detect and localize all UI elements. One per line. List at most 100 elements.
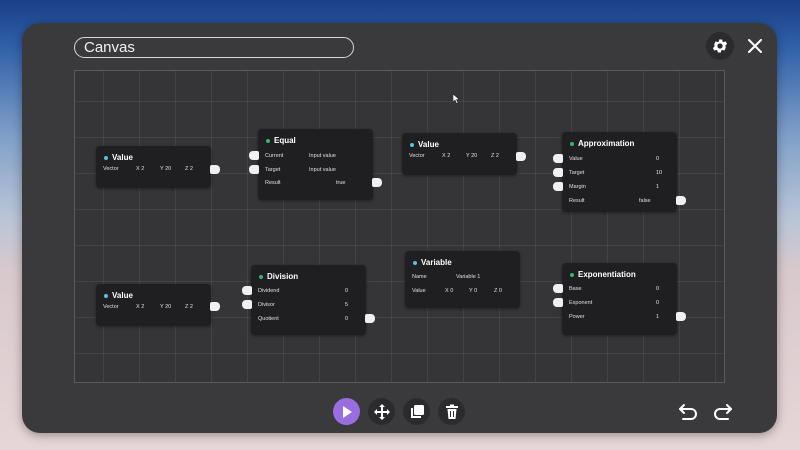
divisor-value[interactable]: 5 (345, 302, 348, 308)
power-label: Power (569, 314, 585, 320)
dividend-label: Dividend (258, 288, 280, 294)
node-status-dot (410, 142, 414, 147)
input-port-value[interactable] (553, 154, 563, 163)
value-value[interactable]: 0 (656, 156, 659, 162)
vector-y[interactable]: Y 20 (466, 153, 477, 159)
exponentiation-node[interactable]: Exponentiation Base 0 Exponent 0 Power 1 (553, 263, 686, 335)
vector-z[interactable]: Z 2 (491, 153, 499, 159)
node-status-dot (259, 274, 263, 279)
result-value: false (639, 198, 651, 204)
move-tool-button[interactable] (368, 398, 395, 425)
node-title-text: Exponentiation (578, 270, 636, 279)
canvas-window: Canvas Value Vector X 2 Y 20 Z 2 Equal C… (22, 23, 777, 433)
vector-z[interactable]: Z 2 (185, 304, 193, 310)
node-title-text: Value (112, 291, 133, 300)
name-value[interactable]: Variable 1 (456, 274, 480, 280)
canvas-title-field[interactable]: Canvas (74, 37, 354, 58)
power-value: 1 (656, 314, 660, 320)
input-port-current[interactable] (249, 151, 259, 160)
input-port-dividend[interactable] (242, 286, 252, 295)
result-value: true (336, 180, 346, 186)
vector-y[interactable]: Y 20 (160, 304, 171, 310)
node-title-text: Approximation (578, 139, 635, 148)
current-value[interactable]: Input value (309, 153, 336, 159)
input-port-base[interactable] (553, 284, 563, 293)
value-label: Value (412, 288, 426, 294)
node-title-text: Value (418, 140, 439, 149)
vector-y[interactable]: Y 20 (160, 166, 171, 172)
select-tool-button[interactable] (333, 398, 360, 425)
gear-icon (712, 39, 728, 53)
exponent-value[interactable]: 0 (656, 300, 659, 306)
mouse-cursor-icon (453, 94, 461, 104)
variable-node[interactable]: Variable Name Variable 1 Value X 0 Y 0 Z… (405, 251, 520, 308)
pointer-icon (342, 405, 352, 418)
target-value[interactable]: 10 (656, 170, 662, 176)
target-label: Target (265, 167, 281, 173)
vector-x[interactable]: X 2 (442, 153, 450, 159)
quotient-label: Quotient (258, 316, 279, 322)
name-label: Name (412, 274, 427, 280)
node-title: Variable (413, 258, 452, 267)
output-port-result[interactable] (372, 178, 382, 187)
margin-value[interactable]: 1 (656, 184, 659, 190)
result-label: Result (265, 180, 281, 186)
duplicate-tool-button[interactable] (403, 398, 430, 425)
undo-button[interactable] (674, 398, 701, 425)
vector-x[interactable]: X 2 (136, 166, 144, 172)
vector-label: Vector (103, 304, 119, 310)
input-port-exponent[interactable] (553, 298, 563, 307)
input-port-margin[interactable] (553, 182, 563, 191)
move-icon (373, 403, 390, 420)
vector-x[interactable]: X 0 (445, 288, 453, 294)
node-title: Value (410, 140, 439, 149)
vector-z[interactable]: Z 2 (185, 166, 193, 172)
output-port-quotient[interactable] (365, 314, 375, 323)
copy-icon (410, 404, 424, 418)
base-value[interactable]: 0 (656, 286, 659, 292)
node-title: Equal (266, 136, 296, 145)
equal-node[interactable]: Equal Current Input value Target Input v… (249, 129, 382, 200)
node-title-text: Equal (274, 136, 296, 145)
node-title: Value (104, 153, 133, 162)
vector-label: Vector (103, 166, 119, 172)
input-port-target[interactable] (553, 168, 563, 177)
margin-label: Margin (569, 184, 586, 190)
trash-icon (445, 404, 458, 419)
output-port[interactable] (516, 152, 526, 161)
vector-x[interactable]: X 2 (136, 304, 144, 310)
input-port-target[interactable] (249, 165, 259, 174)
node-status-dot (570, 272, 574, 277)
node-title-text: Variable (421, 258, 452, 267)
node-title: Division (259, 272, 298, 281)
output-port[interactable] (210, 302, 220, 311)
output-port-power[interactable] (676, 312, 686, 321)
output-port[interactable] (210, 165, 220, 174)
node-canvas-grid[interactable] (74, 70, 725, 383)
undo-icon (678, 403, 697, 420)
value-node[interactable]: Value Vector X 2 Y 20 Z 2 (402, 133, 526, 175)
close-button[interactable] (741, 32, 769, 60)
vector-label: Vector (409, 153, 425, 159)
target-label: Target (569, 170, 585, 176)
input-port-divisor[interactable] (242, 300, 252, 309)
redo-button[interactable] (709, 398, 736, 425)
settings-button[interactable] (706, 32, 734, 60)
dividend-value[interactable]: 0 (345, 288, 348, 294)
vector-y[interactable]: Y 0 (469, 288, 477, 294)
target-value[interactable]: Input value (309, 167, 336, 173)
node-title: Approximation (570, 139, 634, 148)
current-label: Current (265, 153, 284, 159)
division-node[interactable]: Division Dividend 0 Divisor 5 Quotient 0 (242, 265, 375, 335)
approximation-node[interactable]: Approximation Value 0 Target 10 Margin 1… (553, 132, 686, 212)
value-node[interactable]: Value Vector X 2 Y 20 Z 2 (96, 284, 220, 326)
node-title: Exponentiation (570, 270, 636, 279)
node-title: Value (104, 291, 133, 300)
value-label: Value (569, 156, 583, 162)
vector-z[interactable]: Z 0 (494, 288, 502, 294)
value-node[interactable]: Value Vector X 2 Y 20 Z 2 (96, 146, 220, 188)
delete-tool-button[interactable] (438, 398, 465, 425)
node-status-dot (570, 141, 574, 146)
exponent-label: Exponent (569, 300, 593, 306)
output-port-result[interactable] (676, 196, 686, 205)
